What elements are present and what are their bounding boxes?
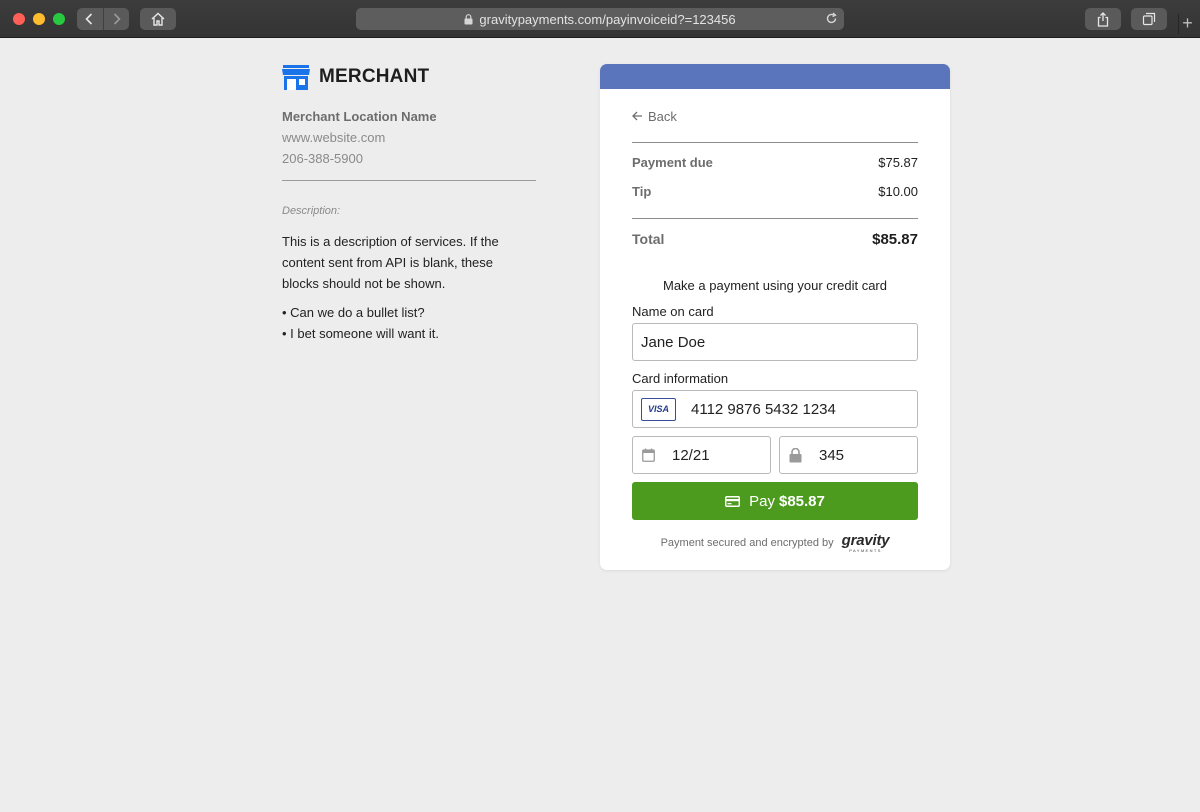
- calendar-icon: [642, 448, 655, 462]
- payment-card-header: [600, 64, 950, 89]
- url-text: gravitypayments.com/payinvoiceid?=123456: [479, 11, 736, 27]
- minimize-window-button[interactable]: [33, 13, 45, 25]
- close-window-button[interactable]: [13, 13, 25, 25]
- new-tab-button[interactable]: +: [1178, 14, 1196, 34]
- back-nav-button[interactable]: [77, 8, 103, 30]
- merchant-phone: 206-388-5900: [282, 151, 363, 166]
- description-label: Description:: [282, 205, 341, 217]
- cvc-value: 345: [819, 446, 845, 464]
- cvc-input[interactable]: 345: [779, 436, 918, 474]
- card-number-input[interactable]: VISA 4112 9876 5432 1234: [632, 390, 918, 428]
- tip-row: Tip $10.00: [632, 183, 918, 199]
- payment-due-row: Payment due $75.87: [632, 154, 918, 170]
- payment-card: Back Payment due $75.87 Tip $10.00 Total…: [600, 64, 950, 570]
- expiry-value: 12/21: [672, 446, 710, 464]
- total-label: Total: [632, 231, 665, 247]
- payment-card-body: Back Payment due $75.87 Tip $10.00 Total…: [600, 108, 950, 553]
- secure-text: Payment secured and encrypted by: [660, 537, 834, 549]
- tip-label: Tip: [632, 183, 652, 199]
- chevron-left-icon: [85, 13, 93, 25]
- expiry-input[interactable]: 12/21: [632, 436, 771, 474]
- merchant-brand: MERCHANT: [282, 64, 536, 90]
- home-icon: [151, 12, 165, 26]
- lock-icon: [789, 447, 802, 462]
- name-on-card-label: Name on card: [632, 304, 714, 319]
- merchant-info: MERCHANT Merchant Location Name www.webs…: [282, 64, 536, 344]
- forward-nav-button[interactable]: [102, 8, 130, 30]
- browser-toolbar: gravitypayments.com/payinvoiceid?=123456…: [0, 0, 1200, 38]
- merchant-website: www.website.com: [282, 130, 386, 145]
- payment-due-value: $75.87: [878, 154, 918, 170]
- tip-value: $10.00: [878, 183, 918, 199]
- card-details-row: 12/21 345: [632, 436, 918, 474]
- share-icon: [1097, 11, 1109, 27]
- visa-icon: VISA: [641, 397, 676, 421]
- back-link[interactable]: Back: [632, 108, 918, 124]
- storefront-icon: [282, 64, 310, 90]
- list-item: • I bet someone will want it.: [282, 326, 440, 341]
- chevron-right-icon: [113, 13, 121, 25]
- gravity-logo-sub: PAYMENTS: [849, 548, 882, 553]
- pay-button[interactable]: Pay $85.87: [632, 482, 918, 520]
- description-bullets: • Can we do a bullet list? • I bet someo…: [282, 302, 536, 344]
- location-name: Merchant Location Name: [282, 109, 437, 124]
- card-number-value: 4112 9876 5432 1234: [691, 400, 836, 418]
- arrow-left-icon: [632, 111, 642, 121]
- name-on-card-input[interactable]: Jane Doe: [632, 323, 918, 361]
- lock-icon: [464, 13, 473, 25]
- payment-prompt: Make a payment using your credit card: [663, 278, 887, 293]
- page-body: MERCHANT Merchant Location Name www.webs…: [0, 39, 1200, 812]
- tabs-icon: [1142, 12, 1156, 26]
- pay-label: Pay: [749, 492, 775, 510]
- total-divider: [632, 218, 918, 219]
- payment-due-label: Payment due: [632, 154, 713, 170]
- gravity-logo-word: gravity: [841, 532, 890, 549]
- gravity-logo: gravity PAYMENTS: [842, 533, 890, 553]
- list-item: • Can we do a bullet list?: [282, 305, 425, 320]
- merchant-name: MERCHANT: [319, 66, 430, 87]
- show-tabs-button[interactable]: [1131, 8, 1167, 30]
- reload-icon[interactable]: [825, 12, 838, 28]
- total-row: Total $85.87: [632, 230, 918, 248]
- summary-divider: [632, 142, 918, 143]
- credit-card-icon: [725, 495, 741, 507]
- back-label: Back: [648, 108, 677, 124]
- name-on-card-value: Jane Doe: [641, 333, 706, 351]
- share-button[interactable]: [1085, 8, 1121, 30]
- zoom-window-button[interactable]: [53, 13, 65, 25]
- total-value: $85.87: [872, 230, 918, 248]
- history-nav: [77, 8, 129, 30]
- pay-amount: $85.87: [778, 492, 825, 510]
- home-button[interactable]: [140, 8, 176, 30]
- address-bar[interactable]: gravitypayments.com/payinvoiceid?=123456: [356, 8, 844, 30]
- secure-footer: Payment secured and encrypted by gravity…: [632, 533, 918, 553]
- card-information-label: Card information: [632, 371, 729, 386]
- merchant-divider: [282, 180, 536, 181]
- description-text: This is a description of services. If th…: [282, 234, 499, 291]
